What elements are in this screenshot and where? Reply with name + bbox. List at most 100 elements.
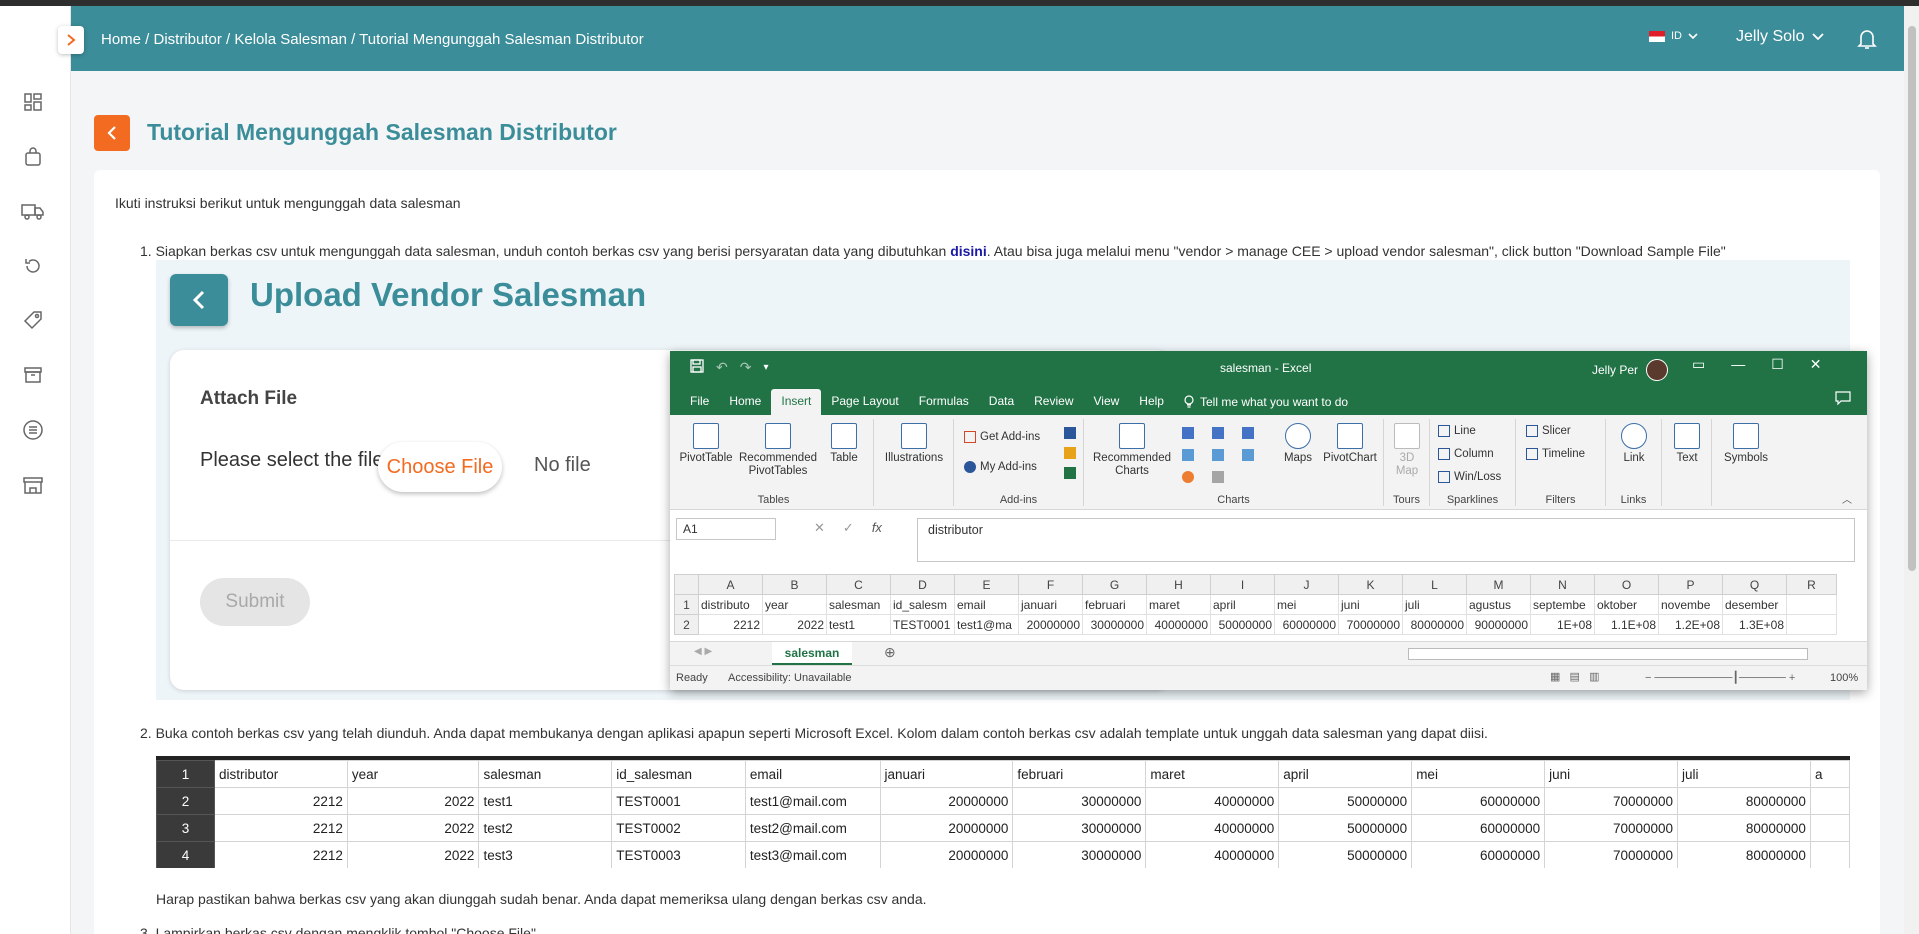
vendor-back-icon [170, 274, 228, 326]
cell: desember [1722, 594, 1787, 615]
ribbon-group-tables: PivotTable Recommended PivotTables Table… [674, 419, 874, 506]
page-title: Tutorial Mengunggah Salesman Distributor [147, 119, 617, 145]
step-1-text: 1. Siapkan berkas csv untuk mengunggah d… [140, 243, 1726, 259]
notification-bell-icon[interactable] [1857, 28, 1877, 55]
user-menu[interactable]: Jelly Solo [1736, 28, 1825, 46]
cell: 1.3E+08 [1722, 614, 1787, 635]
addins-group-label: Add-ins [999, 494, 1038, 506]
sparkline-line-button: Line [1438, 425, 1476, 437]
column-header: O [1594, 574, 1659, 595]
tab-formulas: Formulas [918, 394, 969, 408]
cell: april [1278, 760, 1413, 788]
column-header: R [1786, 574, 1837, 595]
cell: 60000000 [1411, 787, 1546, 815]
tag-icon[interactable] [20, 307, 46, 333]
cell: test1@mail.com [744, 787, 881, 815]
tab-data: Data [988, 394, 1015, 408]
redo-icon: ↷ [739, 359, 752, 375]
chevron-down-icon [1688, 33, 1698, 40]
cell: 1.2E+08 [1658, 614, 1723, 635]
cell: 60000000 [1274, 614, 1339, 635]
cell: mei [1411, 760, 1546, 788]
links-group-label: Links [1620, 494, 1647, 506]
addin-icon [1064, 467, 1076, 479]
language-selector[interactable]: ID [1649, 30, 1698, 42]
chart-type-icon [1182, 427, 1194, 439]
page-scrollbar-thumb[interactable] [1908, 26, 1916, 571]
language-label: ID [1671, 30, 1682, 42]
cell: 70000000 [1338, 614, 1403, 635]
step-1-before: 1. Siapkan berkas csv untuk mengunggah d… [140, 243, 951, 259]
chart-type-icon [1212, 449, 1224, 461]
store-icon[interactable] [20, 472, 46, 498]
ribbon-group-sparklines: Line Column Win/Loss Sparklines [1430, 419, 1516, 506]
cell: id_salesman [611, 760, 746, 788]
cell: 90000000 [1466, 614, 1531, 635]
cell: email [744, 760, 881, 788]
page-scrollbar[interactable] [1904, 6, 1919, 934]
tab-insert: Insert [771, 389, 822, 415]
cell: 1E+08 [1530, 614, 1595, 635]
column-header: J [1274, 574, 1339, 595]
enter-icon: ✓ [842, 520, 854, 535]
cell: 30000000 [1012, 814, 1147, 842]
cell: 80000000 [1677, 841, 1811, 868]
cell: 1.1E+08 [1594, 614, 1659, 635]
table-row: 3 2212 2022 test2 TEST0002 test2@mail.com 2000… [156, 814, 1850, 842]
cell: 70000000 [1544, 787, 1679, 815]
list-icon[interactable] [20, 417, 46, 443]
table-button: Table [824, 423, 864, 465]
excel-grid: A B C D E F G H I J K L M N O P Q R 1 distributo year salesma… [670, 572, 1867, 644]
cell: distributo [698, 594, 763, 615]
tab-file: File [690, 394, 710, 408]
sidebar-toggle-button[interactable] [58, 26, 84, 54]
breadcrumb[interactable]: Home / Distributor / Kelola Salesman / T… [101, 31, 644, 48]
select-all-corner [674, 574, 699, 595]
truck-icon[interactable] [20, 198, 46, 224]
column-header: I [1210, 574, 1275, 595]
column-header: F [1018, 574, 1083, 595]
cell: 20000000 [879, 841, 1014, 868]
table-row: 2 2212 2022 test1 TEST0001 test1@mail.com 2000… [156, 787, 1850, 815]
dashboard-icon[interactable] [20, 89, 46, 115]
csv-header-row: 1 distributor year salesman id_salesman email… [156, 760, 1850, 788]
history-icon[interactable] [20, 253, 46, 279]
download-link[interactable]: disini [950, 243, 987, 259]
submit-image: Submit [200, 578, 310, 626]
cell: a [1809, 760, 1850, 788]
undo-icon: ↶ [716, 359, 728, 375]
zoom-slider: − ──────────┃────── + [1645, 672, 1796, 684]
column-header-row: ABCDEFGHIJKLMNOPQR [674, 574, 1837, 595]
cell: 2022 [762, 614, 827, 635]
link-button: Link [1614, 423, 1654, 465]
cell: 40000000 [1145, 841, 1280, 868]
ribbon-group-charts: Recommended Charts Maps PivotChart Chart… [1084, 419, 1384, 506]
tab-home: Home [729, 394, 762, 408]
charts-group-label: Charts [1217, 494, 1250, 506]
cell: 60000000 [1411, 814, 1546, 842]
chevron-down-icon [1812, 33, 1825, 41]
excel-window-screenshot: ↶ ↷ ▾ salesman - Excel Jelly Per ▭ — ☐ ✕… [670, 351, 1867, 690]
column-header: Q [1722, 574, 1787, 595]
slicer-button: Slicer [1526, 425, 1571, 437]
cell: april [1210, 594, 1275, 615]
sheet-nav-icon: ◀ ▶ [694, 646, 713, 657]
column-header: M [1466, 574, 1531, 595]
back-button[interactable] [94, 115, 130, 151]
excel-window-title: salesman - Excel [1220, 361, 1312, 375]
customize-icon: ▾ [763, 362, 769, 373]
avatar [1646, 359, 1669, 381]
cell: TEST0002 [611, 814, 746, 842]
cell: test3@mail.com [744, 841, 881, 868]
window-controls: ▭ — ☐ ✕ [1692, 356, 1822, 373]
shopping-bag-icon[interactable] [20, 144, 46, 170]
row-number: 1 [674, 594, 699, 615]
archive-icon[interactable] [20, 362, 46, 388]
comment-icon [1835, 391, 1851, 408]
no-file-text: No file [534, 454, 591, 476]
cell: 80000000 [1677, 787, 1811, 815]
cancel-icon: ✕ [814, 520, 825, 535]
column-header: H [1146, 574, 1211, 595]
cell: 20000000 [879, 787, 1014, 815]
excel-user-name: Jelly Per [1592, 363, 1639, 377]
